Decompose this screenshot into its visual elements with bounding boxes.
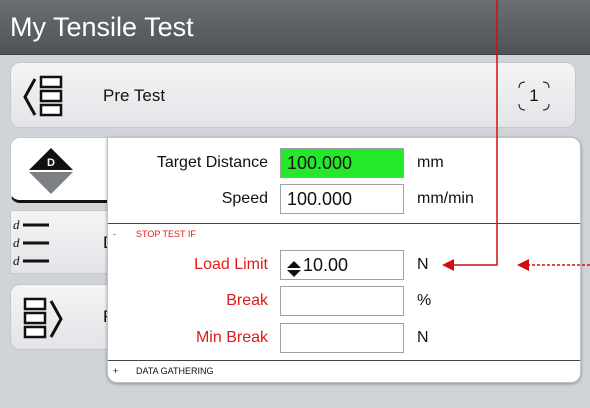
min-break-input[interactable] <box>280 323 404 353</box>
speed-unit: mm/min <box>417 190 474 207</box>
break-input[interactable] <box>280 286 404 316</box>
break-unit: % <box>417 292 432 309</box>
step-settings-panel: Target Distance 100.000 mm Speed 100.000… <box>107 137 581 383</box>
min-break-unit: N <box>417 329 429 346</box>
section-divider <box>108 360 580 361</box>
data-step-icon: d d d <box>11 215 71 276</box>
break-row: Break % <box>108 286 578 316</box>
speed-input[interactable]: 100.000 <box>280 184 404 214</box>
min-break-row: Min Break N <box>108 323 578 353</box>
step-count-badge[interactable]: 1 <box>515 78 553 114</box>
speed-label: Speed <box>221 190 268 207</box>
break-label: Break <box>226 292 268 309</box>
load-limit-value: 10.00 <box>303 255 349 275</box>
speed-row: Speed 100.000 mm/min <box>108 184 578 214</box>
up-down-stepper-icon[interactable] <box>287 257 301 277</box>
test-diamond-icon: D <box>25 144 77 203</box>
section-divider <box>108 223 580 224</box>
stop-test-section-title: STOP TEST IF <box>136 229 196 239</box>
svg-text:d: d <box>13 235 20 250</box>
data-gathering-section-title: DATA GATHERING <box>136 366 214 376</box>
collapse-toggle: - <box>113 229 116 239</box>
page-title: My Tensile Test <box>10 12 194 42</box>
target-distance-label: Target Distance <box>156 154 268 171</box>
pretest-icon <box>21 71 73 128</box>
target-distance-row: Target Distance 100.000 mm <box>108 148 578 178</box>
load-limit-input[interactable]: 10.00 <box>280 250 404 280</box>
svg-text:d: d <box>13 217 20 232</box>
svg-text:d: d <box>13 253 20 268</box>
data-gathering-section-toggle[interactable]: + DATA GATHERING <box>108 364 580 378</box>
load-limit-label: Load Limit <box>194 256 268 273</box>
load-limit-unit: N <box>417 256 429 273</box>
title-bar: My Tensile Test <box>0 0 590 55</box>
target-distance-input[interactable]: 100.000 <box>280 148 404 178</box>
target-distance-unit: mm <box>417 154 444 171</box>
load-limit-row: Load Limit 10.00 N <box>108 250 578 280</box>
expand-toggle: + <box>113 366 119 376</box>
step-label-pre-test: Pre Test <box>103 86 166 105</box>
step-pre-test[interactable]: Pre Test 1 <box>10 62 576 128</box>
stop-test-section-toggle[interactable]: - STOP TEST IF <box>108 227 580 241</box>
svg-text:D: D <box>47 157 55 169</box>
min-break-label: Min Break <box>195 329 268 346</box>
step-count-value: 1 <box>529 86 539 105</box>
finish-step-icon <box>21 293 73 350</box>
